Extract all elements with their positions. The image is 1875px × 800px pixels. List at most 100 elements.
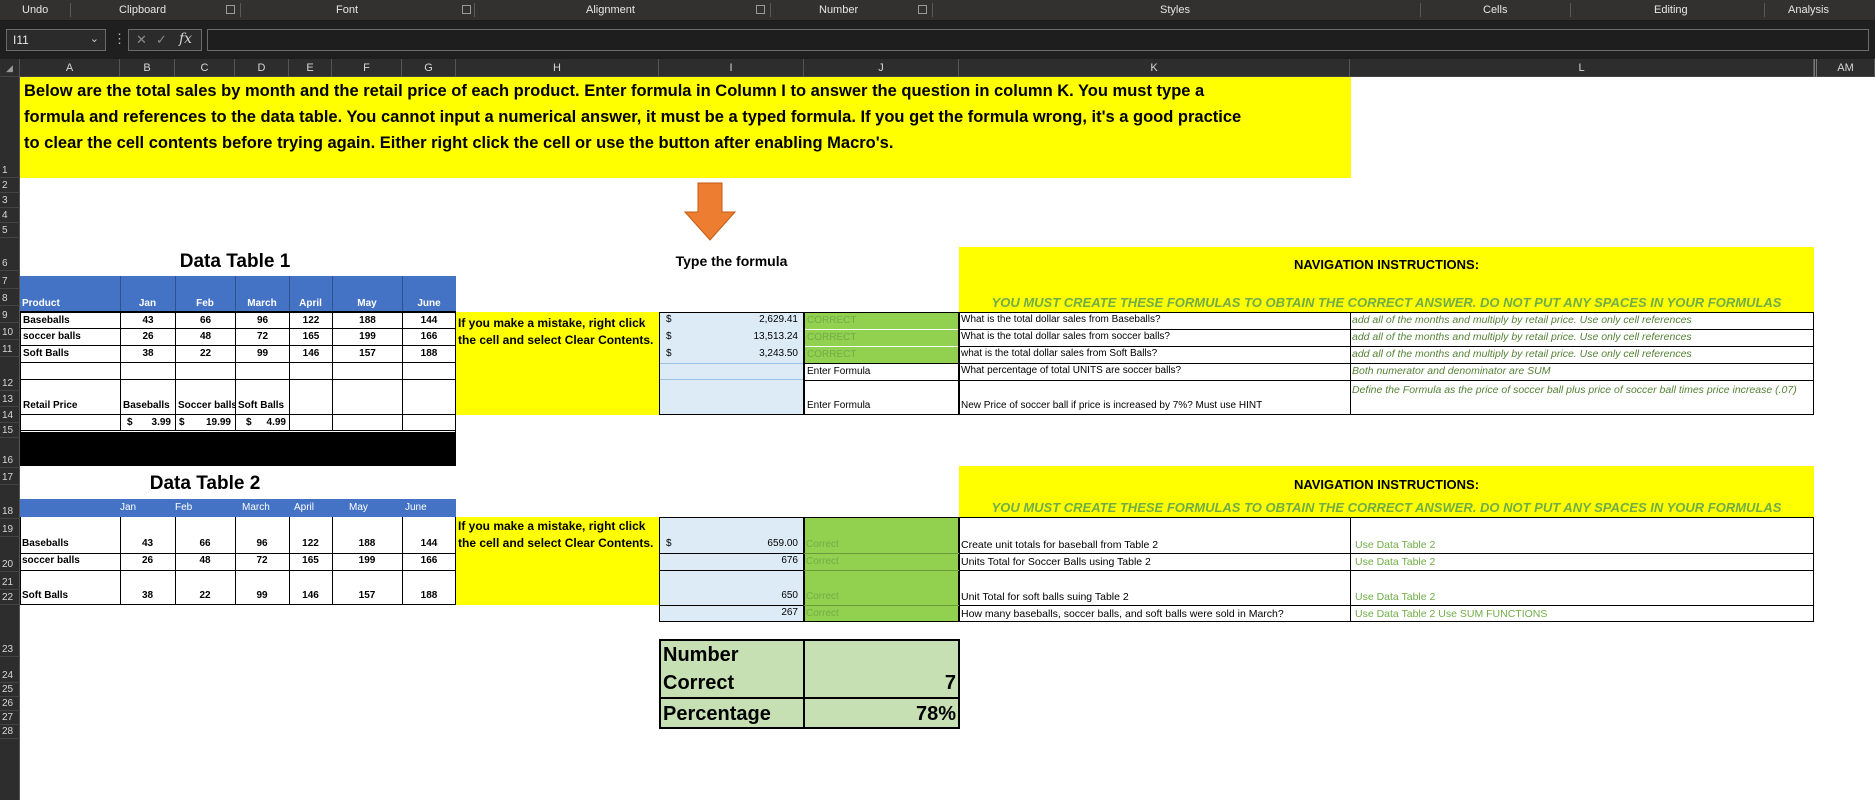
alignment-launcher-icon[interactable] <box>756 5 765 14</box>
table1-value-cell[interactable]: 146 <box>289 345 333 363</box>
table1-value-cell[interactable]: 122 <box>289 312 333 329</box>
table1-empty-cell[interactable] <box>332 414 403 431</box>
answer-value[interactable]: 676 <box>662 555 802 569</box>
column-header-k[interactable]: K <box>959 59 1350 77</box>
table2-value-cell[interactable]: 48 <box>175 555 235 569</box>
price-header-soft-balls[interactable]: Soft Balls <box>235 379 290 415</box>
table1-value-cell[interactable]: 157 <box>332 345 403 363</box>
table1-value-cell[interactable]: 22 <box>175 345 236 363</box>
table1-value-cell[interactable]: 66 <box>175 312 236 329</box>
column-header-a[interactable]: A <box>20 59 120 77</box>
table1-product-cell[interactable]: Soft Balls <box>20 345 121 363</box>
row-header[interactable]: 24 <box>0 657 20 683</box>
table1-empty-cell[interactable] <box>235 362 290 380</box>
row-header[interactable]: 20 <box>0 537 20 572</box>
row-header[interactable]: 15 <box>0 423 20 438</box>
table1-empty-cell[interactable] <box>332 379 403 415</box>
row-header[interactable]: 26 <box>0 697 20 711</box>
row-header[interactable]: 25 <box>0 683 20 697</box>
table2-value-cell[interactable]: 146 <box>289 590 332 604</box>
table1-value-cell[interactable]: 188 <box>332 312 403 329</box>
table2-value-cell[interactable]: 43 <box>120 538 175 552</box>
font-launcher-icon[interactable] <box>462 5 471 14</box>
table2-value-cell[interactable]: 188 <box>402 590 456 604</box>
table1-empty-cell[interactable] <box>120 362 176 380</box>
table1-value-cell[interactable]: 199 <box>332 328 403 346</box>
column-header-f[interactable]: F <box>332 59 402 77</box>
table1-empty-cell[interactable] <box>332 362 403 380</box>
table1-product-cell[interactable]: Baseballs <box>20 312 121 329</box>
table2-value-cell[interactable]: 122 <box>289 538 332 552</box>
table2-value-cell[interactable]: 188 <box>332 538 402 552</box>
table2-value-cell[interactable]: 66 <box>175 538 235 552</box>
row-header[interactable]: 2 <box>0 178 20 193</box>
table2-value-cell[interactable]: 26 <box>120 555 175 569</box>
clipboard-launcher-icon[interactable] <box>226 5 235 14</box>
ribbon-group-editing[interactable]: Editing <box>1654 4 1688 16</box>
table2-value-cell[interactable]: 165 <box>289 555 332 569</box>
answer-cell[interactable]: $ 2,629.41 <box>662 314 802 329</box>
insert-function-icon[interactable]: fx <box>179 31 192 47</box>
name-box[interactable]: I11 ⌄ <box>6 29 106 51</box>
table1-empty-cell[interactable] <box>175 362 236 380</box>
table1-value-cell[interactable]: 43 <box>120 312 176 329</box>
table2-value-cell[interactable]: 199 <box>332 555 402 569</box>
table2-product-cell[interactable]: Baseballs <box>22 538 118 552</box>
price-header-baseballs[interactable]: Baseballs <box>120 379 176 415</box>
ribbon-group-font[interactable]: Font <box>336 4 358 16</box>
row-header[interactable]: 12 <box>0 357 20 391</box>
table2-value-cell[interactable]: 38 <box>120 590 175 604</box>
row-header[interactable]: 16 <box>0 438 20 468</box>
table1-value-cell[interactable]: 144 <box>402 312 456 329</box>
number-launcher-icon[interactable] <box>918 5 927 14</box>
column-header-l[interactable]: L <box>1350 59 1814 77</box>
table2-value-cell[interactable]: 72 <box>235 555 289 569</box>
row-header[interactable]: 7 <box>0 271 20 289</box>
table1-empty-cell[interactable] <box>402 379 456 415</box>
row-header[interactable]: 11 <box>0 340 20 357</box>
table2-product-cell[interactable]: Soft Balls <box>22 590 118 604</box>
ribbon-group-undo[interactable]: Undo <box>22 4 48 16</box>
answer-value[interactable]: 267 <box>662 607 802 621</box>
ribbon-group-clipboard[interactable]: Clipboard <box>119 4 166 16</box>
table1-empty-cell[interactable] <box>289 379 333 415</box>
more-options-icon[interactable]: ⋮ <box>113 31 126 47</box>
table1-product-cell[interactable]: soccer balls <box>20 328 121 346</box>
cancel-icon[interactable]: ✕ <box>136 32 147 48</box>
table1-empty-cell[interactable] <box>289 414 333 431</box>
table1-value-cell[interactable]: 26 <box>120 328 176 346</box>
row-header[interactable]: 10 <box>0 323 20 340</box>
row-header[interactable]: 5 <box>0 223 20 238</box>
row-header[interactable]: 28 <box>0 725 20 739</box>
answer-cell-empty[interactable] <box>660 380 803 414</box>
row-header[interactable]: 27 <box>0 711 20 725</box>
ribbon-group-cells[interactable]: Cells <box>1483 4 1507 16</box>
row-header[interactable]: 21 <box>0 572 20 590</box>
ribbon-group-alignment[interactable]: Alignment <box>586 4 635 16</box>
column-header-e[interactable]: E <box>289 59 332 77</box>
table1-empty-cell[interactable] <box>402 414 456 431</box>
answer-cell-empty[interactable] <box>660 363 803 380</box>
table1-empty-cell[interactable] <box>289 362 333 380</box>
price-soft-balls[interactable]: $ 4.99 <box>235 414 290 431</box>
row-header[interactable]: 8 <box>0 289 20 306</box>
table2-value-cell[interactable]: 144 <box>402 538 456 552</box>
price-baseballs[interactable]: $ 3.99 <box>120 414 176 431</box>
answer-cell[interactable]: $ 659.00 <box>662 538 802 552</box>
table1-empty-cell[interactable] <box>20 362 121 380</box>
table1-value-cell[interactable]: 38 <box>120 345 176 363</box>
column-header-i[interactable]: I <box>659 59 804 77</box>
row-header[interactable]: 9 <box>0 306 20 323</box>
table2-value-cell[interactable]: 22 <box>175 590 235 604</box>
table1-value-cell[interactable]: 166 <box>402 328 456 346</box>
row-header[interactable]: 18 <box>0 485 20 519</box>
column-header-h[interactable]: H <box>456 59 659 77</box>
row-header[interactable]: 13 <box>0 391 20 407</box>
table1-empty-cell[interactable] <box>20 414 121 431</box>
table1-empty-cell[interactable] <box>402 362 456 380</box>
table2-product-cell[interactable]: soccer balls <box>22 555 118 569</box>
ribbon-group-number[interactable]: Number <box>819 4 858 16</box>
row-header[interactable]: 4 <box>0 208 20 223</box>
row-header[interactable]: 6 <box>0 238 20 271</box>
ribbon-group-styles[interactable]: Styles <box>1160 4 1190 16</box>
